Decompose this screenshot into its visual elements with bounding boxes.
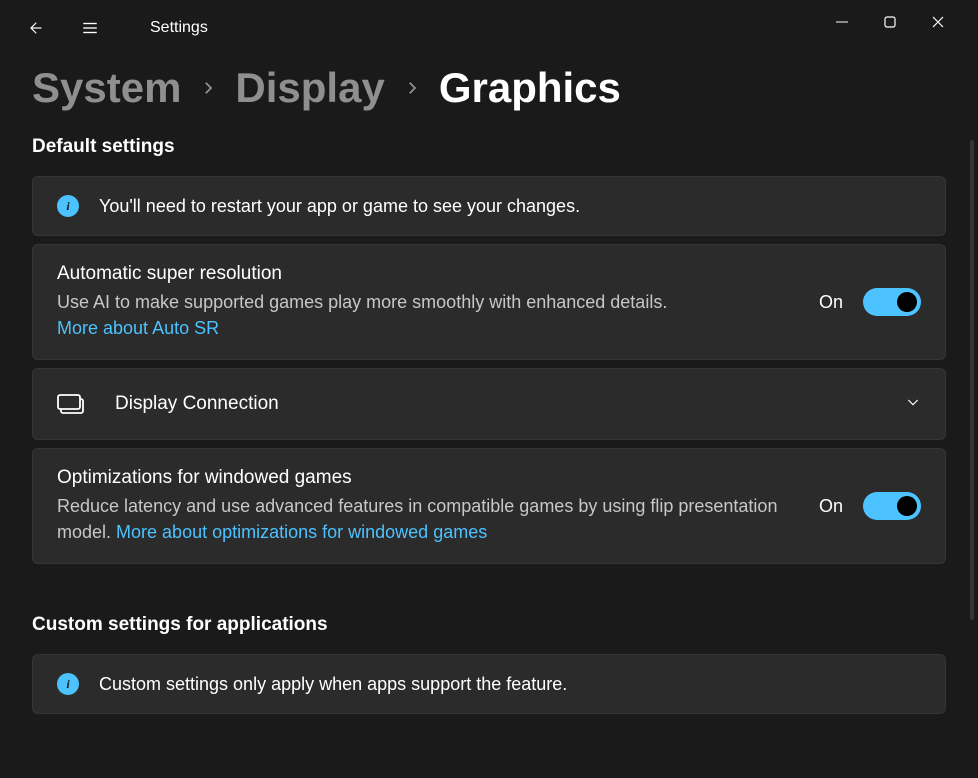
info-banner-text: Custom settings only apply when apps sup…: [99, 674, 567, 695]
info-banner-restart: i You'll need to restart your app or gam…: [32, 176, 946, 236]
chevron-right-icon: [403, 79, 421, 97]
breadcrumb: System Display Graphics: [0, 56, 978, 112]
chevron-right-icon: [199, 79, 217, 97]
toggle-state-label: On: [819, 292, 843, 313]
breadcrumb-display[interactable]: Display: [235, 64, 384, 112]
minimize-button[interactable]: [826, 10, 858, 34]
setting-description: Use AI to make supported games play more…: [57, 289, 799, 341]
display-connection-icon: [57, 393, 85, 415]
info-banner-text: You'll need to restart your app or game …: [99, 196, 580, 217]
toggle-knob: [897, 292, 917, 312]
info-icon: i: [57, 195, 79, 217]
breadcrumb-system[interactable]: System: [32, 64, 181, 112]
auto-sr-learn-more-link[interactable]: More about Auto SR: [57, 318, 219, 338]
section-heading-default: Default settings: [32, 136, 946, 158]
windowed-opt-learn-more-link[interactable]: More about optimizations for windowed ga…: [116, 522, 487, 542]
info-icon: i: [57, 673, 79, 695]
maximize-button[interactable]: [874, 10, 906, 34]
chevron-down-icon: [905, 394, 921, 415]
toggle-knob: [897, 496, 917, 516]
breadcrumb-current: Graphics: [439, 64, 621, 112]
setting-auto-sr: Automatic super resolution Use AI to mak…: [32, 244, 946, 360]
setting-windowed-optimizations: Optimizations for windowed games Reduce …: [32, 448, 946, 564]
close-button[interactable]: [922, 10, 954, 34]
section-heading-custom: Custom settings for applications: [32, 614, 946, 636]
display-connection-label: Display Connection: [105, 393, 885, 415]
setting-title: Automatic super resolution: [57, 263, 799, 285]
toggle-state-label: On: [819, 496, 843, 517]
app-title: Settings: [150, 19, 208, 37]
windowed-opt-toggle[interactable]: [863, 492, 921, 520]
scrollbar[interactable]: [970, 140, 974, 620]
setting-title: Optimizations for windowed games: [57, 467, 799, 489]
display-connection-expander[interactable]: Display Connection: [32, 368, 946, 440]
back-button[interactable]: [18, 12, 50, 44]
setting-description: Reduce latency and use advanced features…: [57, 493, 799, 545]
auto-sr-toggle[interactable]: [863, 288, 921, 316]
info-banner-custom: i Custom settings only apply when apps s…: [32, 654, 946, 714]
hamburger-menu-icon[interactable]: [74, 12, 106, 44]
